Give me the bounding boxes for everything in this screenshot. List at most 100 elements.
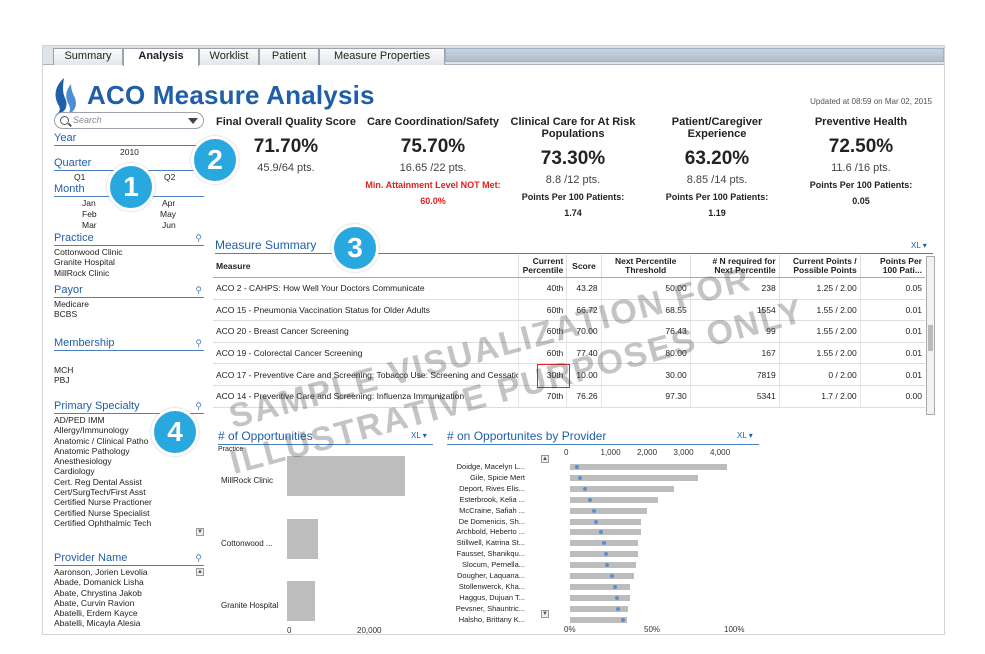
month-jun[interactable]: Jun: [162, 220, 176, 230]
provider-bar[interactable]: [570, 496, 658, 503]
pin-icon[interactable]: ⚲: [195, 401, 202, 412]
year-value[interactable]: 2010: [120, 147, 139, 157]
provider-bar[interactable]: [570, 518, 641, 525]
provider-label[interactable]: Pevsner, Shauntric...: [435, 604, 525, 613]
provider-label[interactable]: Esterbrook, Kelia ...: [435, 495, 525, 504]
provider-label[interactable]: Haggus, Dujuan T...: [435, 593, 525, 602]
tab-patient[interactable]: Patient: [259, 48, 319, 65]
list-item[interactable]: Cardiology: [54, 466, 204, 476]
provider-label[interactable]: Deport, Rives Elis...: [435, 484, 525, 493]
col-points[interactable]: Current Points / Possible Points: [778, 255, 861, 278]
provider-list[interactable]: Aaronson, Jorien Levolia Abade, Domanick…: [54, 567, 204, 629]
scroll-up-icon[interactable]: ▲: [541, 455, 549, 463]
pin-icon[interactable]: ⚲: [195, 338, 202, 349]
provider-label[interactable]: De Domenicis, Sh...: [435, 517, 525, 526]
provider-label[interactable]: McCraine, Safiah ...: [435, 506, 525, 515]
list-item[interactable]: Certified Nurse Practioner: [54, 497, 204, 507]
month-feb[interactable]: Feb: [82, 209, 97, 219]
list-item[interactable]: BCBS: [54, 309, 204, 319]
scroll-up-icon[interactable]: ▲: [196, 568, 204, 576]
table-scrollbar[interactable]: [926, 256, 935, 415]
tab-analysis[interactable]: Analysis: [123, 48, 199, 66]
pin-icon[interactable]: ⚲: [195, 553, 202, 564]
scroll-down-icon[interactable]: ▼: [541, 610, 549, 618]
opportunity-bar[interactable]: [287, 456, 405, 496]
provider-bar[interactable]: [570, 616, 627, 623]
membership-list[interactable]: MCH PBJ: [54, 365, 204, 386]
payor-list[interactable]: Medicare BCBS: [54, 299, 204, 320]
provider-label[interactable]: Gile, Spicie Mert: [435, 473, 525, 482]
provider-label[interactable]: Dougher, Laquana...: [435, 571, 525, 580]
tab-measure-properties[interactable]: Measure Properties: [319, 48, 445, 65]
list-item[interactable]: Abatelli, Erdem Kayce: [54, 608, 204, 618]
col-current-percentile[interactable]: Current Percentile: [518, 255, 567, 278]
col-next-threshold[interactable]: Next Percentile Threshold: [600, 255, 691, 278]
export-xl-button[interactable]: XL ▾: [911, 241, 927, 250]
quarter-q1[interactable]: Q1: [74, 172, 85, 182]
opportunity-bar[interactable]: [287, 519, 318, 559]
list-item[interactable]: Aaronson, Jorien Levolia: [54, 567, 204, 577]
table-cell: 0.01: [859, 363, 925, 386]
provider-label[interactable]: Stillwell, Katrina St...: [435, 538, 525, 547]
quarter-q2[interactable]: Q2: [164, 172, 175, 182]
measure-name-cell: ACO 14 - Preventive Care and Screening: …: [213, 385, 519, 408]
month-mar[interactable]: Mar: [82, 220, 97, 230]
scroll-down-icon[interactable]: ▼: [196, 528, 204, 536]
col-points-per-100[interactable]: Points Per 100 Pati...: [859, 255, 925, 278]
list-item[interactable]: Abate, Chrystina Jakob: [54, 588, 204, 598]
col-score[interactable]: Score: [566, 255, 602, 278]
provider-label[interactable]: Fausset, Shanikqu...: [435, 549, 525, 558]
provider-bar[interactable]: [570, 529, 641, 536]
list-item[interactable]: Certified Nurse Specialist: [54, 508, 204, 518]
list-item[interactable]: Granite Hospital: [54, 257, 204, 267]
provider-bar[interactable]: [570, 594, 630, 601]
provider-bar[interactable]: [570, 573, 634, 579]
list-item[interactable]: Abate, Curvin Ravion: [54, 598, 204, 608]
list-item[interactable]: Medicare: [54, 299, 204, 309]
quarter-label-text: Quarter: [54, 157, 92, 169]
tab-worklist[interactable]: Worklist: [199, 48, 259, 65]
list-item[interactable]: Certified Ophthalmic Tech: [54, 518, 204, 528]
list-item[interactable]: Abade, Domanick Lisha: [54, 577, 204, 587]
provider-bar[interactable]: [570, 507, 647, 514]
provider-label[interactable]: Stollenwerck, Kha...: [435, 582, 525, 591]
list-item[interactable]: Cert/SurgTech/First Asst: [54, 487, 204, 497]
practice-list[interactable]: Cottonwood Clinic Granite Hospital MillR…: [54, 247, 204, 278]
opportunity-bar[interactable]: [287, 581, 315, 621]
pin-icon[interactable]: ⚲: [195, 233, 202, 244]
table-row[interactable]: ACO 14 - Preventive Care and Screening: …: [213, 385, 925, 408]
table-row[interactable]: ACO 2 - CAHPS: How Well Your Doctors Com…: [213, 277, 925, 300]
provider-label[interactable]: Halsho, Brittany K...: [435, 615, 525, 624]
export-xl-button[interactable]: XL ▾: [411, 431, 427, 440]
provider-label[interactable]: Archbold, Heberto ...: [435, 527, 525, 536]
month-may[interactable]: May: [160, 209, 176, 219]
list-item[interactable]: Cottonwood Clinic: [54, 247, 204, 257]
table-row[interactable]: ACO 20 - Breast Cancer Screening 60th 70.0…: [213, 320, 925, 343]
month-apr[interactable]: Apr: [162, 198, 175, 208]
provider-label[interactable]: Slocum, Pernella...: [435, 560, 525, 569]
scroll-thumb[interactable]: [928, 325, 933, 351]
provider-bar[interactable]: [570, 474, 698, 481]
table-row[interactable]: ACO 19 - Colorectal Cancer Screening 60th…: [213, 342, 925, 365]
kpi-value: 72.50%: [828, 136, 894, 157]
provider-bar[interactable]: [570, 464, 727, 470]
provider-label[interactable]: Doidge, Macelyn L...: [435, 462, 525, 471]
dropdown-arrow-icon[interactable]: [188, 118, 198, 124]
list-item[interactable]: MCH: [54, 365, 204, 375]
tab-summary[interactable]: Summary: [53, 48, 123, 65]
list-item[interactable]: MillRock Clinic: [54, 268, 204, 278]
search-input[interactable]: Search: [73, 115, 102, 125]
list-item[interactable]: Anesthesiology: [54, 456, 204, 466]
search-box[interactable]: Search: [54, 112, 204, 129]
export-xl-button[interactable]: XL ▾: [737, 431, 753, 440]
table-row[interactable]: ACO 15 - Pneumonia Vaccination Status fo…: [213, 299, 925, 322]
table-cell: 1.25 / 2.00: [778, 277, 861, 300]
provider-bar[interactable]: [570, 583, 630, 590]
list-item[interactable]: Cert. Reg Dental Assist: [54, 477, 204, 487]
list-item[interactable]: PBJ: [54, 375, 204, 385]
month-jan[interactable]: Jan: [82, 198, 96, 208]
list-item[interactable]: Abatelli, Micayla Alesia: [54, 618, 204, 628]
pin-icon[interactable]: ⚲: [195, 285, 202, 296]
provider-bar[interactable]: [570, 562, 636, 569]
col-n-required[interactable]: # N required for Next Percentile: [689, 255, 780, 278]
